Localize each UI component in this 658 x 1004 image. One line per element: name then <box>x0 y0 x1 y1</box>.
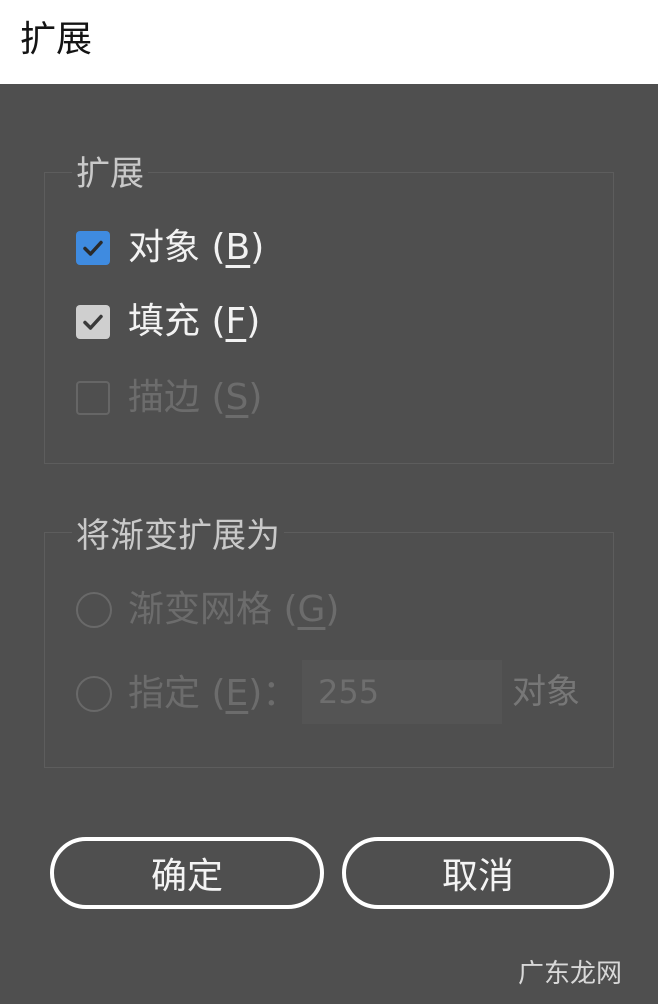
gradient-group-title: 将渐变扩展为 <box>72 514 284 558</box>
specify-radio-row[interactable]: 指定 (E)： <box>76 670 298 718</box>
gradient-mesh-radio-row[interactable]: 渐变网格 (G) <box>76 586 339 634</box>
specify-radio[interactable] <box>76 676 112 712</box>
fill-checkbox[interactable] <box>76 305 110 339</box>
watermark: 广东龙网 <box>518 959 623 989</box>
stroke-checkbox-row[interactable]: 描边 (S) <box>76 374 262 422</box>
expand-group-title: 扩展 <box>72 152 148 196</box>
window-title: 扩展 <box>20 19 93 60</box>
specify-objects-input[interactable] <box>302 660 502 724</box>
object-checkbox[interactable] <box>76 231 110 265</box>
stroke-label: 描边 (S) <box>128 377 263 418</box>
check-icon <box>83 240 103 256</box>
object-checkbox-row[interactable]: 对象 (B) <box>76 224 264 272</box>
gradient-mesh-radio[interactable] <box>76 592 112 628</box>
specify-unit-label: 对象 <box>512 672 580 712</box>
cancel-button[interactable]: 取消 <box>342 837 614 909</box>
specify-label: 指定 (E)： <box>128 673 299 714</box>
ok-button[interactable]: 确定 <box>50 837 324 909</box>
object-label: 对象 (B) <box>128 227 265 268</box>
gradient-mesh-label: 渐变网格 (G) <box>128 589 340 630</box>
check-icon <box>83 314 103 330</box>
gradient-group-box <box>44 532 614 768</box>
window-titlebar: 扩展 <box>0 0 658 84</box>
fill-checkbox-row[interactable]: 填充 (F) <box>76 298 260 346</box>
stroke-checkbox[interactable] <box>76 381 110 415</box>
fill-label: 填充 (F) <box>128 301 261 342</box>
